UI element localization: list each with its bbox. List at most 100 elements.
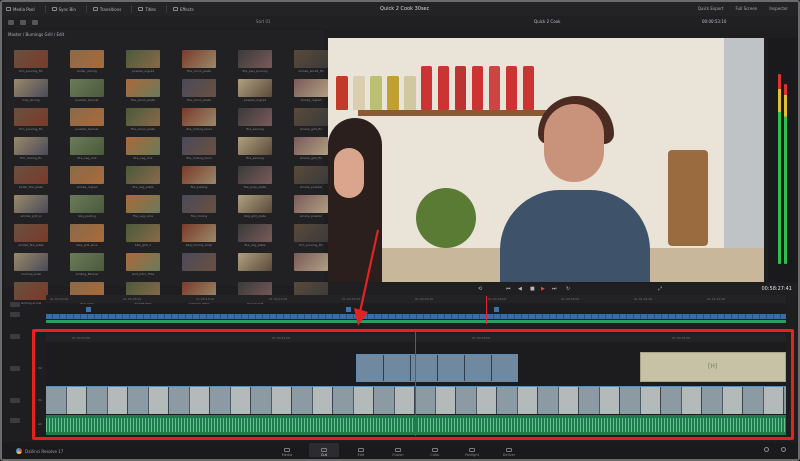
track-lock-v2[interactable] [10,334,20,339]
loop-toggle-icon[interactable]: ↻ [566,286,570,292]
media-pool-clip[interactable]: bbq_grill_plate [238,195,272,219]
media-pool-clip[interactable]: frm_pouring_fin [14,108,48,132]
media-pool-clip[interactable]: bbq_grill_slice [70,224,104,248]
media-pool-clip[interactable]: fire_veg_plate [126,166,160,190]
upper-timeline[interactable] [46,304,786,324]
media-pool-clip[interactable]: fire_mixing_bowl [182,108,216,132]
media-pool-icon [6,7,11,11]
media-pool-clip[interactable]: fire_prep_plate [238,166,272,190]
media-pool-clip[interactable]: Grilling_Banner [70,253,104,277]
media-pool-clip[interactable]: fire_onion_plate [126,79,160,103]
effects-icon [172,7,178,11]
upper-playhead[interactable] [486,296,487,324]
media-pool-clip[interactable]: fire_plating [182,166,216,190]
media-pool-clip[interactable]: fire_serving [238,108,272,132]
skip-end-icon[interactable]: ⏭ [552,286,557,292]
inspector-button[interactable]: Inspector [769,6,788,11]
page-tab-fusion[interactable]: Fusion [383,443,413,457]
full-screen-button[interactable]: Full Screen [735,6,757,11]
page-tab-edit[interactable]: Edit [346,443,376,457]
media-pool-clip[interactable] [238,253,272,277]
media-pool-clip[interactable]: bbq_mixing_bowl [182,224,216,248]
media-pool-clip[interactable] [182,253,216,277]
media-pool-clip[interactable]: smoke_grill_sl [14,195,48,219]
media-pool-clip[interactable]: boiler_slicing [70,50,104,74]
upper-timeline-clip-marker[interactable] [494,307,499,312]
media-pool-clip[interactable]: smoke_grill_fin [294,137,328,161]
track-lock-a1[interactable] [10,398,20,403]
quick-export-button[interactable]: Quick Export [698,6,724,11]
upper-timeline-video-clips[interactable] [46,314,786,319]
media-pool-clip[interactable]: smoke_ingred [294,79,328,103]
page-tab-cut[interactable]: Cut [309,443,339,457]
upper-timeline-audio-clips[interactable] [46,320,786,323]
media-pool-clip[interactable]: fire_veg_plate [238,224,272,248]
media-pool-clip[interactable]: boiler_fire_plate [14,166,48,190]
page-tab-color[interactable]: Color [420,443,450,457]
media-pool-clip[interactable]: bbq_plating [70,195,104,219]
clip-label: fire_onion_plate [187,98,211,102]
media-pool-clip[interactable]: frm_mixing_fin [14,137,48,161]
thumbnail-view-icon[interactable] [32,19,38,25]
toolbar-sync-bin[interactable]: Sync Bin [51,7,76,12]
upper-timeline-ruler[interactable]: 01:00:00:00 01:00:08:00 01:00:16:00 01:00:2… [46,295,786,303]
color-page-icon [432,448,438,452]
page-tab-media[interactable]: Media [272,443,302,457]
media-pool-clip[interactable]: Grill_Intro_Title [126,253,160,277]
media-pool-clip[interactable]: fire_veg_slice [126,195,160,219]
clip-thumbnail [182,224,216,242]
media-pool-clip[interactable]: fire_pan_pouring [238,50,272,74]
snap-toggle[interactable] [10,302,20,307]
home-icon[interactable] [764,447,769,452]
video-viewer[interactable] [328,38,764,282]
media-pool-clip[interactable]: fire_mixing [182,195,216,219]
media-pool-clip[interactable]: bbq_grill_1 [126,224,160,248]
loop-icon[interactable]: ⟲ [478,286,482,292]
media-pool-clip[interactable]: fire_onion_plate [126,108,160,132]
media-pool-clip[interactable]: cooking_bowl [14,253,48,277]
media-pool-clip[interactable]: smoke_powder [294,195,328,219]
top-toolbar: Media Pool Sync Bin Transitions Titles E… [2,2,798,16]
zoom-icon[interactable]: ⤢ [658,286,662,292]
page-tab-fairlight[interactable]: Fairlight [457,443,487,457]
media-pool-clip[interactable]: powder_ingred [126,50,160,74]
media-pool-clip[interactable]: frm_pouring_fin [14,50,48,74]
toolbar-transitions[interactable]: Transitions [92,7,121,12]
page-tab-deliver[interactable]: Deliver [494,443,524,457]
media-pool-clip[interactable]: frm_pouring_fin [294,224,328,248]
media-pool-clip[interactable]: fire_veg_mix [126,137,160,161]
import-icon[interactable] [8,19,14,25]
toolbar-media-pool[interactable]: Media Pool [6,7,35,12]
media-pool-clip[interactable]: fire_onion_plate [182,50,216,74]
toolbar-titles[interactable]: Titles [138,7,156,12]
media-pool-clip[interactable]: fire_mixing_bowl [182,137,216,161]
media-pool-clip[interactable]: smoke_sliced_fin [294,50,328,74]
media-pool-clip[interactable]: powder_banner [70,79,104,103]
media-pool-clip[interactable]: fire_veg_mix [70,137,104,161]
media-pool-clip[interactable]: fire_onion_plate [182,79,216,103]
viewer-scene-bottle [353,76,365,110]
stop-icon[interactable]: ■ [530,286,535,292]
play-icon[interactable]: ▶ [541,286,545,292]
sort-select[interactable]: Sort 01 [256,19,271,24]
media-pool-clip[interactable]: smoke_powder [294,166,328,190]
media-pool-clip[interactable]: tray_slicing [14,79,48,103]
step-back-icon[interactable]: ◀ [518,286,522,292]
upper-timeline-clip-marker[interactable] [86,307,91,312]
breadcrumb[interactable]: Master / Burnings Grill / Edit [8,32,64,37]
media-pool-clip[interactable]: smoke_grill_fin [294,108,328,132]
media-pool-clip[interactable]: smoke_ingred [70,166,104,190]
toolbar-effects[interactable]: Effects [172,7,194,12]
track-lock-v1[interactable] [10,366,20,371]
media-pool-clip[interactable]: fire_serving [238,137,272,161]
media-pool-clip[interactable]: powder_ingred [238,79,272,103]
track-mute-a1[interactable] [10,418,20,423]
skip-start-icon[interactable]: ⏮ [506,286,511,292]
link-toggle[interactable] [10,312,20,317]
media-pool-clip[interactable]: powder_banner [70,108,104,132]
app-window: Media Pool Sync Bin Transitions Titles E… [0,0,800,461]
media-pool-clip[interactable] [294,253,328,277]
settings-icon[interactable] [781,447,786,452]
media-pool-clip[interactable]: smoke_fire_plate [14,224,48,248]
list-view-icon[interactable] [20,19,26,25]
